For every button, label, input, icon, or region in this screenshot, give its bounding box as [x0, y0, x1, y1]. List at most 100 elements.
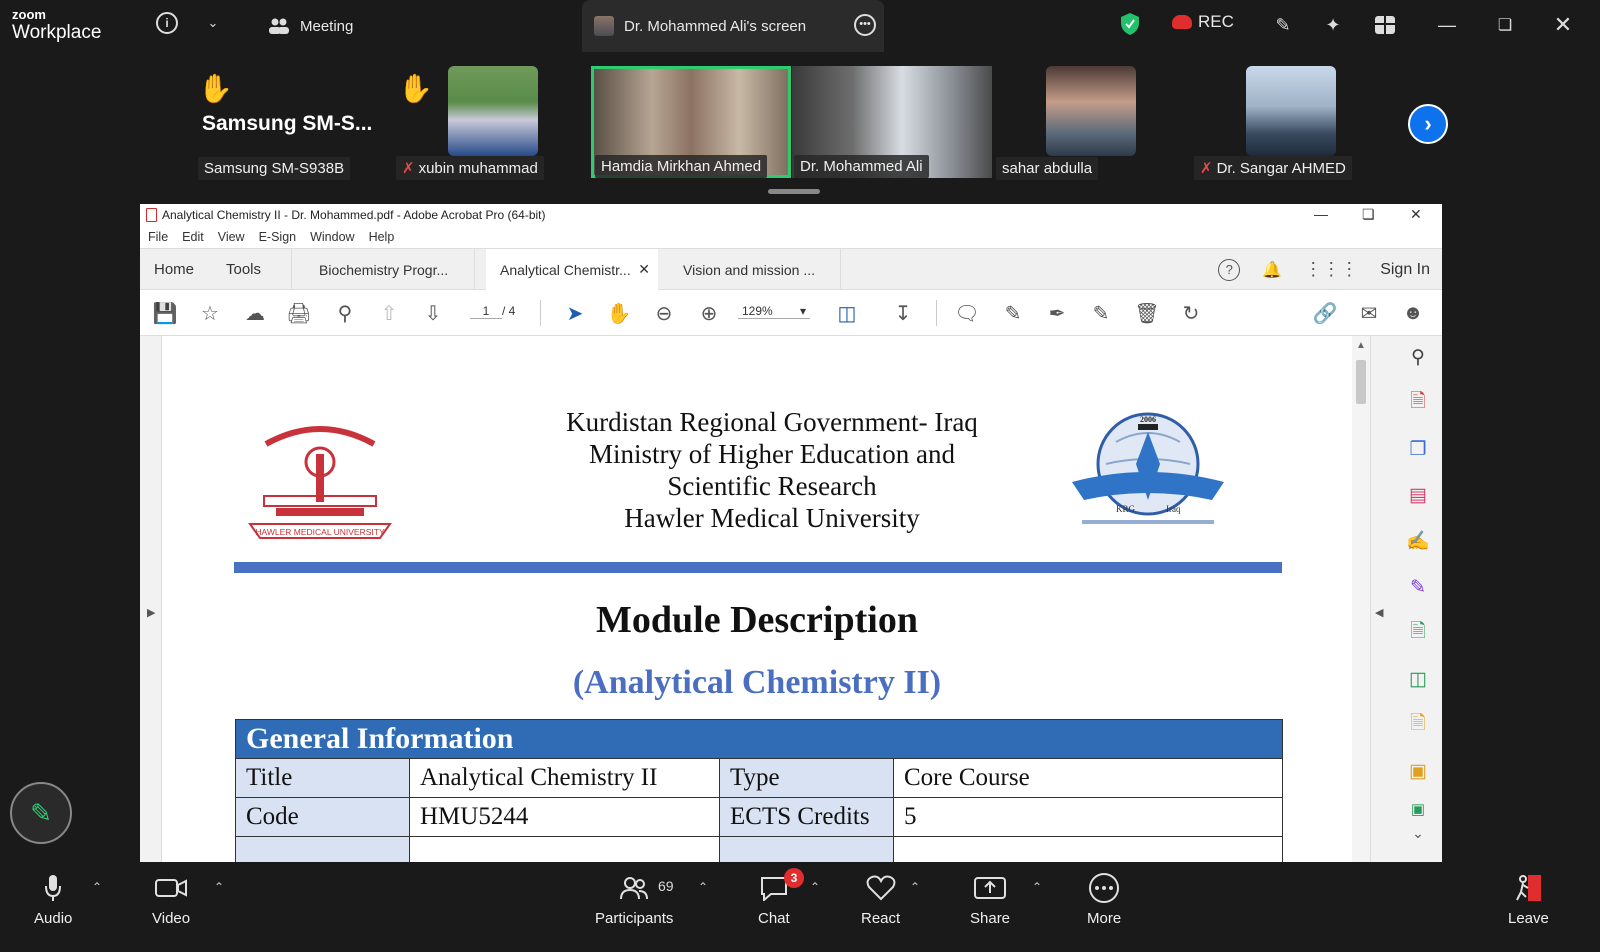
export-pdf-icon[interactable]: 🗎 — [1405, 620, 1431, 646]
more-button[interactable]: More — [1087, 872, 1121, 927]
more-tools-icon[interactable]: ▣ — [1405, 796, 1431, 822]
zoom-out-icon[interactable]: ⊖ — [651, 300, 677, 326]
scroll-up-icon[interactable]: ▲ — [1356, 340, 1366, 351]
stamp-icon[interactable]: ✎ — [1088, 300, 1114, 326]
react-button[interactable]: React — [861, 872, 900, 927]
chat-unread-badge: 3 — [784, 868, 804, 888]
share-button[interactable]: Share — [970, 872, 1010, 927]
tab-document[interactable]: Biochemistry Progr... — [305, 249, 475, 290]
bell-icon[interactable]: 🔔 — [1262, 260, 1282, 280]
combine-files-icon[interactable]: ❐ — [1405, 436, 1431, 462]
annotation-pencil-button[interactable]: ✎ — [10, 782, 72, 844]
participant-tile-active[interactable]: Hamdia Mirkhan Ahmed — [591, 66, 792, 178]
participant-name: sahar abdulla — [996, 157, 1099, 180]
apps-grid-icon[interactable] — [1372, 12, 1398, 38]
compress-icon[interactable]: ◫ — [1405, 666, 1431, 692]
help-icon[interactable]: ? — [1218, 258, 1241, 281]
close-icon[interactable]: ✕ — [1552, 12, 1574, 38]
vertical-scrollbar[interactable]: ▲ — [1352, 336, 1370, 862]
delete-trash-icon[interactable]: 🗑 — [1134, 300, 1160, 326]
close-icon[interactable]: ✕ — [1410, 206, 1422, 223]
recording-indicator[interactable]: REC — [1172, 12, 1234, 32]
add-user-icon[interactable]: ☻ — [1400, 300, 1426, 326]
menu-window[interactable]: Window — [310, 230, 354, 244]
menu-help[interactable]: Help — [369, 230, 395, 244]
draw-icon[interactable]: ✒ — [1044, 300, 1070, 326]
zoom-in-icon[interactable]: ⊕ — [696, 300, 722, 326]
close-tab-icon[interactable]: ✕ — [638, 261, 650, 278]
share-caret-icon[interactable]: ⌃ — [1032, 880, 1042, 894]
chevron-down-icon[interactable]: ⌄ — [204, 12, 222, 34]
sign-in-button[interactable]: Sign In — [1380, 261, 1430, 279]
prev-page-icon[interactable]: ⇧ — [376, 300, 402, 326]
meeting-button[interactable]: Meeting — [268, 12, 353, 40]
select-cursor-icon[interactable]: ➤ — [562, 300, 588, 326]
comment-tool-icon[interactable]: ▣ — [1405, 758, 1431, 784]
save-icon[interactable]: 💾 — [152, 300, 178, 326]
menu-file[interactable]: File — [148, 230, 168, 244]
participant-tile[interactable]: sahar abdulla — [996, 66, 1146, 180]
security-shield-icon[interactable] — [1120, 12, 1140, 36]
tab-home[interactable]: Home — [140, 249, 212, 290]
annotate-icon[interactable]: ✎ — [1270, 12, 1296, 38]
menu-edit[interactable]: Edit — [182, 230, 204, 244]
shared-screen-tab[interactable]: Dr. Mohammed Ali's screen ••• — [582, 0, 884, 52]
left-panel-rail[interactable]: ▶ — [140, 336, 162, 862]
collapse-right-icon[interactable]: ◀ — [1375, 606, 1383, 619]
participant-tile[interactable]: ✋ Samsung SM-S... Samsung SM-S938B — [198, 66, 388, 180]
strip-drag-handle[interactable] — [768, 189, 820, 194]
comment-icon[interactable]: 🗨 — [954, 300, 980, 326]
audio-button[interactable]: Audio — [34, 872, 72, 927]
tab-tools[interactable]: Tools — [212, 249, 292, 290]
apps-grid-icon[interactable]: ⋮⋮⋮ — [1304, 259, 1358, 280]
participant-tile[interactable]: ✗ Dr. Sangar AHMED — [1194, 66, 1364, 180]
scrollbar-thumb[interactable] — [1356, 360, 1366, 404]
organize-pages-icon[interactable]: ▤ — [1405, 482, 1431, 508]
chat-caret-icon[interactable]: ⌃ — [810, 880, 820, 894]
audio-options-caret-icon[interactable]: ⌃ — [92, 880, 102, 894]
info-icon[interactable]: i — [156, 12, 178, 34]
menu-esign[interactable]: E-Sign — [259, 230, 297, 244]
expand-left-icon[interactable]: ▶ — [147, 606, 155, 619]
chevron-down-icon[interactable]: ⌄ — [1405, 820, 1431, 846]
fill-sign-icon[interactable]: ✎ — [1405, 574, 1431, 600]
create-pdf-icon[interactable]: 🗎 — [1405, 390, 1431, 416]
link-share-icon[interactable]: 🔗 — [1312, 300, 1338, 326]
restore-icon[interactable]: ❏ — [1362, 206, 1375, 223]
edit-pdf-icon[interactable]: 🗎 — [1405, 712, 1431, 738]
restore-icon[interactable]: ❏ — [1494, 12, 1516, 38]
participants-caret-icon[interactable]: ⌃ — [698, 880, 708, 894]
menu-view[interactable]: View — [218, 230, 245, 244]
toolbar-divider — [540, 300, 541, 326]
bookmark-star-icon[interactable]: ☆ — [197, 300, 223, 326]
next-participants-button[interactable]: › — [1408, 104, 1448, 144]
pdf-page[interactable]: HAWLER MEDICAL UNIVERSITY Kurdistan Regi… — [162, 336, 1352, 862]
leave-button[interactable]: Leave — [1508, 872, 1549, 927]
highlight-pen-icon[interactable]: ✎ — [1000, 300, 1026, 326]
print-icon[interactable]: 🖨 — [286, 300, 312, 326]
cloud-record-icon — [1172, 15, 1192, 29]
scroll-mode-icon[interactable]: ↧ — [890, 300, 916, 326]
zoom-level-select[interactable]: 129% ▾ — [738, 304, 810, 319]
minimize-icon[interactable]: — — [1436, 12, 1458, 38]
upload-cloud-icon[interactable]: ☁ — [242, 300, 268, 326]
more-options-icon[interactable]: ••• — [854, 14, 876, 36]
video-options-caret-icon[interactable]: ⌃ — [214, 880, 224, 894]
participant-tile[interactable]: Dr. Mohammed Ali — [792, 66, 992, 178]
page-fit-icon[interactable]: ◫ — [834, 300, 860, 326]
zoom-search-icon[interactable]: ⚲ — [1405, 344, 1431, 370]
minimize-icon[interactable]: — — [1314, 206, 1328, 222]
rotate-icon[interactable]: ↻ — [1178, 300, 1204, 326]
email-icon[interactable]: ✉ — [1356, 300, 1382, 326]
react-caret-icon[interactable]: ⌃ — [910, 880, 920, 894]
tab-document-active[interactable]: Analytical Chemistr... ✕ — [486, 249, 658, 290]
page-number-input[interactable]: 1 — [470, 304, 502, 319]
participant-tile[interactable]: ✋ ✗ xubin muhammad — [396, 66, 556, 180]
video-button[interactable]: Video — [152, 872, 190, 927]
hand-tool-icon[interactable]: ✋ — [606, 300, 632, 326]
request-signature-icon[interactable]: ✍ — [1405, 528, 1431, 554]
next-page-icon[interactable]: ⇩ — [420, 300, 446, 326]
search-icon[interactable]: ⚲ — [332, 300, 358, 326]
tab-document[interactable]: Vision and mission ... — [669, 249, 841, 290]
ai-companion-icon[interactable]: ✦ — [1320, 12, 1346, 38]
